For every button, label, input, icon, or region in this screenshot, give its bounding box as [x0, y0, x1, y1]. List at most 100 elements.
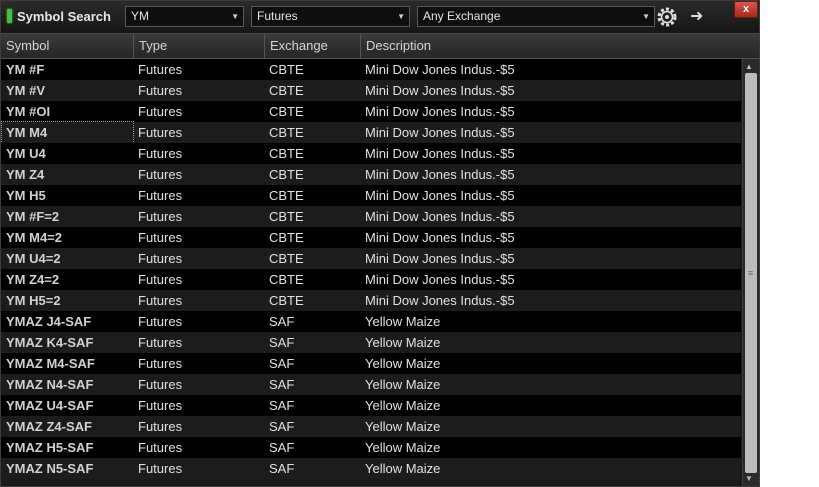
cell-description: Yellow Maize	[365, 419, 441, 434]
table-row[interactable]: YMAZ H5-SAF Futures SAF Yellow Maize	[1, 437, 741, 458]
chevron-down-icon[interactable]: ▼	[397, 7, 405, 26]
table-row[interactable]: YM M4 Futures CBTE Mini Dow Jones Indus.-$5	[1, 121, 741, 144]
cell-description: Mini Dow Jones Indus.-$5	[365, 251, 515, 266]
cell-exchange: SAF	[269, 314, 295, 329]
type-select-value: Futures	[257, 9, 298, 23]
cell-symbol: YMAZ N4-SAF	[6, 377, 94, 392]
cell-exchange: SAF	[269, 440, 295, 455]
cell-symbol: YM Z4=2	[6, 272, 60, 287]
cell-exchange: CBTE	[269, 104, 304, 119]
exchange-select[interactable]: Any Exchange ▼	[417, 6, 655, 27]
cell-exchange: SAF	[269, 419, 295, 434]
cell-description: Mini Dow Jones Indus.-$5	[365, 104, 515, 119]
cell-symbol: YMAZ N5-SAF	[6, 461, 94, 476]
table-row[interactable]: YM U4=2 Futures CBTE Mini Dow Jones Indus.-…	[1, 248, 741, 269]
type-select[interactable]: Futures ▼	[251, 6, 410, 27]
cell-symbol: YM U4=2	[6, 251, 61, 266]
drag-grip-icon[interactable]	[7, 9, 12, 23]
cell-type: Futures	[138, 419, 183, 434]
scrollbar-thumb[interactable]: ≡	[745, 73, 757, 473]
table-row[interactable]: YM H5 Futures CBTE Mini Dow Jones Indus.-$5	[1, 185, 741, 206]
cell-description: Mini Dow Jones Indus.-$5	[365, 209, 515, 224]
cell-exchange: CBTE	[269, 272, 304, 287]
cell-exchange: CBTE	[269, 146, 304, 161]
scroll-up-icon[interactable]: ▲	[745, 62, 753, 71]
cell-description: Mini Dow Jones Indus.-$5	[365, 62, 515, 77]
cell-symbol: YMAZ U4-SAF	[6, 398, 94, 413]
cell-type: Futures	[138, 104, 183, 119]
cell-type: Futures	[138, 62, 183, 77]
cell-symbol: YMAZ Z4-SAF	[6, 419, 92, 434]
cell-description: Yellow Maize	[365, 461, 441, 476]
cell-type: Futures	[138, 188, 183, 203]
cell-description: Mini Dow Jones Indus.-$5	[365, 188, 515, 203]
table-row[interactable]: YMAZ M4-SAF Futures SAF Yellow Maize	[1, 353, 741, 374]
cell-exchange: CBTE	[269, 209, 304, 224]
column-header-type[interactable]: Type	[134, 34, 265, 58]
cell-exchange: CBTE	[269, 83, 304, 98]
table-row[interactable]: YM #OI Futures CBTE Mini Dow Jones Indus.-$…	[1, 101, 741, 122]
cell-symbol: YMAZ M4-SAF	[6, 356, 95, 371]
exchange-select-value: Any Exchange	[423, 9, 501, 23]
symbol-search-input[interactable]: YM ▼	[125, 6, 244, 27]
cell-type: Futures	[138, 440, 183, 455]
cell-symbol: YM H5	[6, 188, 46, 203]
cell-type: Futures	[138, 209, 183, 224]
cell-symbol: YMAZ K4-SAF	[6, 335, 94, 350]
cell-type: Futures	[138, 125, 183, 140]
cell-description: Yellow Maize	[365, 314, 441, 329]
window-title: Symbol Search	[17, 9, 111, 24]
table-row[interactable]: YMAZ N5-SAF Futures SAF Yellow Maize	[1, 458, 741, 479]
cell-description: Yellow Maize	[365, 377, 441, 392]
table-row[interactable]: YMAZ Z4-SAF Futures SAF Yellow Maize	[1, 416, 741, 437]
cell-symbol: YMAZ J4-SAF	[6, 314, 92, 329]
table-row[interactable]: YM #F Futures CBTE Mini Dow Jones Indus.-$5	[1, 59, 741, 80]
cell-type: Futures	[138, 146, 183, 161]
symbol-search-value: YM	[131, 9, 149, 23]
table-row[interactable]: YM #V Futures CBTE Mini Dow Jones Indus.-$5	[1, 80, 741, 101]
chevron-down-icon[interactable]: ▼	[231, 7, 239, 26]
cell-symbol: YM #F=2	[6, 209, 60, 224]
cell-type: Futures	[138, 293, 183, 308]
cell-exchange: CBTE	[269, 167, 304, 182]
cell-symbol: YM #F	[6, 62, 45, 77]
chevron-down-icon[interactable]: ▼	[642, 7, 650, 26]
scroll-down-icon[interactable]: ▼	[745, 474, 753, 483]
cell-symbol: YMAZ H5-SAF	[6, 440, 94, 455]
table-row[interactable]: YMAZ J4-SAF Futures SAF Yellow Maize	[1, 311, 741, 332]
cell-description: Yellow Maize	[365, 440, 441, 455]
table-row[interactable]: YM #F=2 Futures CBTE Mini Dow Jones Indus.-…	[1, 206, 741, 227]
table-row[interactable]: YMAZ N4-SAF Futures SAF Yellow Maize	[1, 374, 741, 395]
cell-exchange: SAF	[269, 335, 295, 350]
cell-exchange: SAF	[269, 398, 295, 413]
cell-type: Futures	[138, 377, 183, 392]
cell-description: Yellow Maize	[365, 356, 441, 371]
table-row[interactable]: YM Z4=2 Futures CBTE Mini Dow Jones Indus.-…	[1, 269, 741, 290]
cell-description: Mini Dow Jones Indus.-$5	[365, 146, 515, 161]
cell-type: Futures	[138, 398, 183, 413]
cell-exchange: SAF	[269, 461, 295, 476]
cell-description: Mini Dow Jones Indus.-$5	[365, 293, 515, 308]
table-row[interactable]: YMAZ K4-SAF Futures SAF Yellow Maize	[1, 332, 741, 353]
cell-type: Futures	[138, 356, 183, 371]
column-header-description[interactable]: Description	[361, 34, 741, 58]
cell-symbol: YM M4=2	[6, 230, 62, 245]
table-row[interactable]: YM U4 Futures CBTE Mini Dow Jones Indus.-$5	[1, 143, 741, 164]
cell-exchange: SAF	[269, 356, 295, 371]
table-row[interactable]: YMAZ U4-SAF Futures SAF Yellow Maize	[1, 395, 741, 416]
cell-symbol: YM M4	[1, 121, 134, 144]
vertical-scrollbar[interactable]: ▲ ≡ ▼	[742, 59, 759, 486]
cell-type: Futures	[138, 251, 183, 266]
gear-icon[interactable]	[657, 7, 677, 27]
column-header-exchange[interactable]: Exchange	[265, 34, 361, 58]
close-button[interactable]: x	[734, 1, 758, 18]
table-row[interactable]: YM M4=2 Futures CBTE Mini Dow Jones Indus.-…	[1, 227, 741, 248]
results-table: YM #F Futures CBTE Mini Dow Jones Indus.-$5…	[1, 59, 741, 486]
table-row[interactable]: YM H5=2 Futures CBTE Mini Dow Jones Indus.-…	[1, 290, 741, 311]
cell-description: Mini Dow Jones Indus.-$5	[365, 272, 515, 287]
arrow-right-icon[interactable]: ➜	[690, 7, 703, 27]
cell-symbol: YM #V	[6, 83, 46, 98]
column-header-symbol[interactable]: Symbol	[1, 34, 134, 58]
cell-description: Yellow Maize	[365, 335, 441, 350]
table-row[interactable]: YM Z4 Futures CBTE Mini Dow Jones Indus.-$5	[1, 164, 741, 185]
